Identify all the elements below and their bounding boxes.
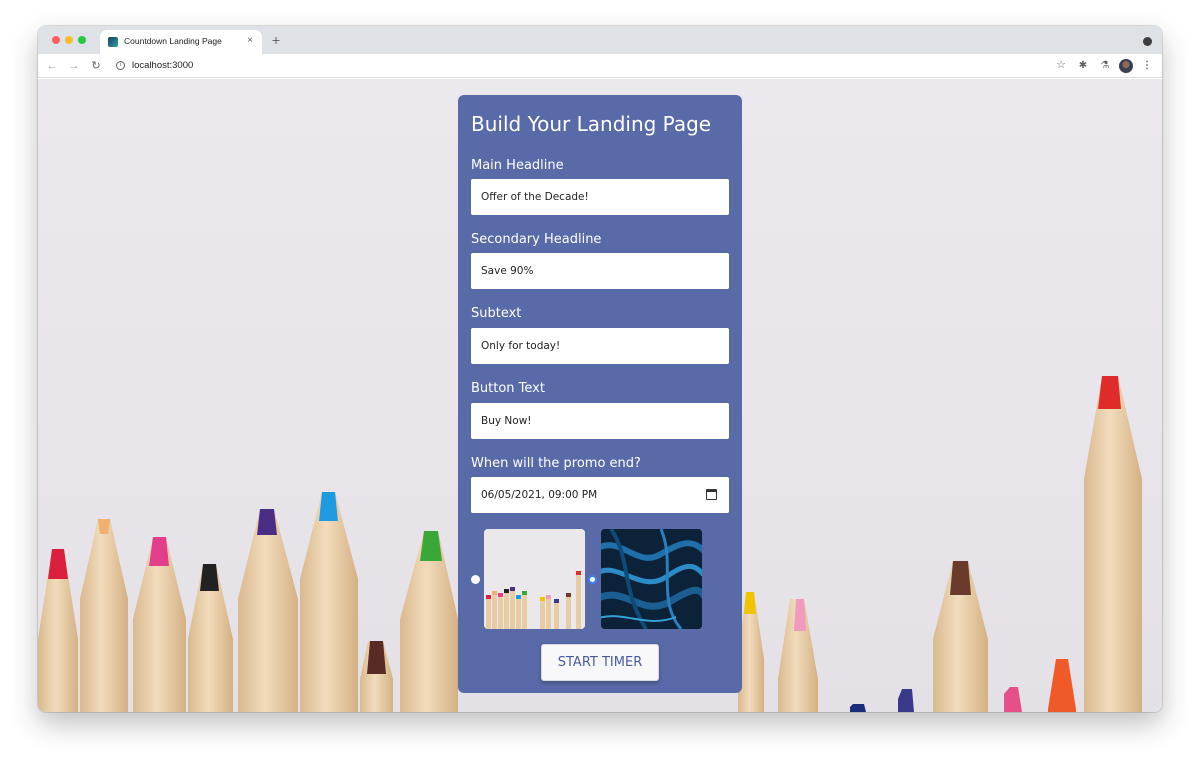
background-radio-blue-abstract[interactable] [588,575,597,584]
main-headline-input[interactable] [471,179,729,215]
close-tab-icon[interactable]: × [244,34,256,48]
site-info-icon[interactable]: i [116,61,125,70]
blue-abstract-thumbnail-image [601,529,702,629]
subtext-label: Subtext [471,306,522,321]
browser-menu-icon[interactable]: ⋮ [1140,58,1154,74]
tab-search-icon[interactable] [1143,37,1152,46]
tab-strip: Countdown Landing Page × + [38,26,1162,54]
back-icon[interactable]: ← [44,58,60,74]
bookmark-star-icon[interactable]: ☆ [1056,58,1066,71]
maximize-window-button[interactable] [78,36,86,44]
promo-end-value: 06/05/2021, 09:00 PM [481,489,598,501]
main-headline-label: Main Headline [471,158,564,173]
tab-title: Countdown Landing Page [124,36,222,46]
promo-end-label: When will the promo end? [471,456,641,471]
extensions-icon[interactable]: ✱ [1076,58,1090,74]
secondary-headline-label: Secondary Headline [471,232,602,247]
new-tab-button[interactable]: + [268,32,284,48]
page-viewport: Build Your Landing Page Main Headline Se… [38,79,1162,712]
browser-tab[interactable]: Countdown Landing Page × [100,30,262,54]
close-window-button[interactable] [52,36,60,44]
browser-window: Countdown Landing Page × + ← → ↻ i local… [38,26,1162,712]
browser-toolbar: ← → ↻ i localhost:3000 ☆ ✱ ⚗ ⋮ [38,54,1162,78]
landing-page-form: Build Your Landing Page Main Headline Se… [458,95,742,693]
minimize-window-button[interactable] [65,36,73,44]
labs-icon[interactable]: ⚗ [1098,58,1112,74]
subtext-input[interactable] [471,328,729,364]
calendar-icon[interactable] [706,489,717,500]
start-timer-button[interactable]: START TIMER [541,644,659,681]
blue-abstract-thumbnail[interactable] [601,529,702,629]
address-bar[interactable]: i localhost:3000 ☆ [110,57,1070,75]
promo-end-datetime-input[interactable]: 06/05/2021, 09:00 PM [471,477,729,513]
favicon-icon [108,37,118,47]
url-text[interactable]: localhost:3000 [132,60,193,71]
pencils-thumbnail[interactable] [484,529,585,629]
profile-avatar[interactable] [1119,59,1133,73]
button-text-input[interactable] [471,403,729,439]
reload-icon[interactable]: ↻ [88,58,104,74]
background-radio-pencils[interactable] [471,575,480,584]
secondary-headline-input[interactable] [471,253,729,289]
form-title: Build Your Landing Page [471,112,712,136]
pencils-thumbnail-image [484,529,585,629]
forward-icon[interactable]: → [66,58,82,74]
button-text-label: Button Text [471,381,545,396]
